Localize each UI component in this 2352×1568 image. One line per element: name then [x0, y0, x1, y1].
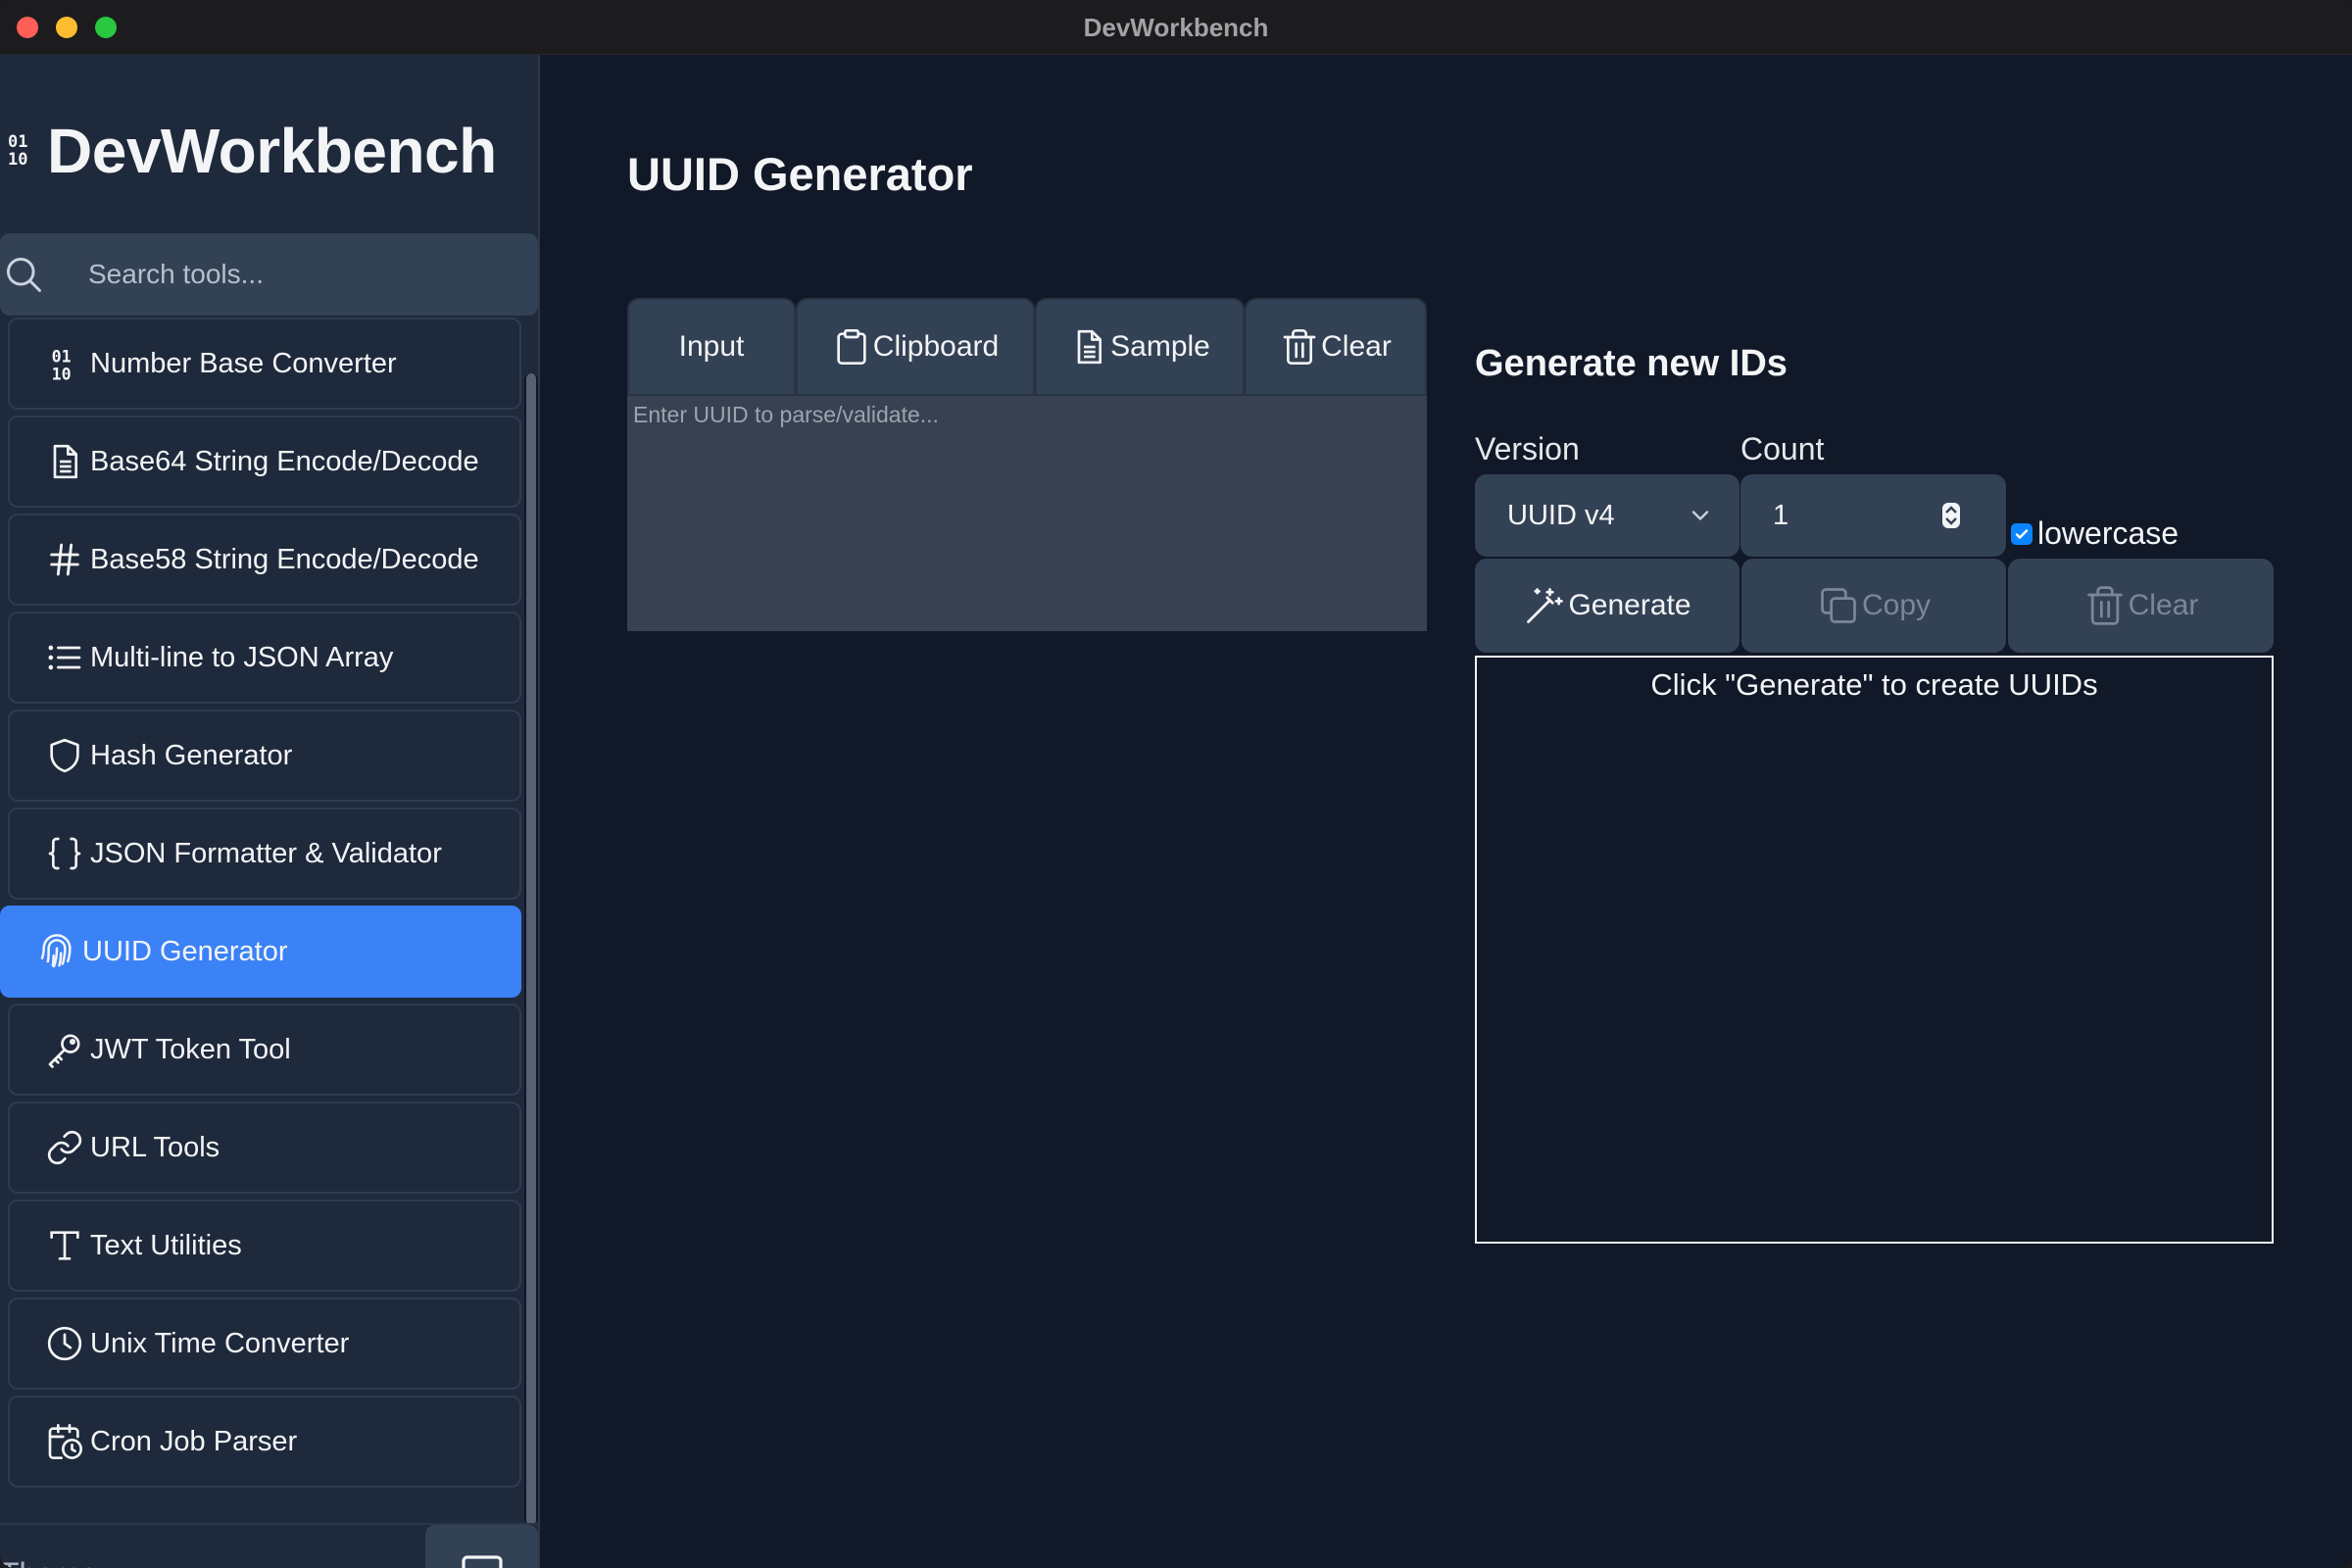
sidebar-item-json-formatter[interactable]: JSON Formatter & Validator	[8, 808, 521, 900]
output-hint: Click "Generate" to create UUIDs	[1650, 667, 2098, 702]
app-window: DevWorkbench 01 10 DevWorkbench 0110 Num…	[0, 0, 2352, 1568]
count-label: Count	[1740, 431, 1825, 466]
sidebar-item-base58[interactable]: Base58 String Encode/Decode	[8, 514, 521, 606]
trash-icon	[2086, 586, 2123, 625]
sidebar-scrollbar[interactable]	[524, 373, 538, 1525]
key-icon	[43, 1028, 86, 1071]
uuid-input[interactable]	[627, 396, 1427, 631]
shield-icon	[43, 734, 86, 777]
version-value: UUID v4	[1507, 499, 1615, 531]
copy-button[interactable]: Copy	[1741, 559, 2006, 653]
sidebar-item-label: JWT Token Tool	[90, 1033, 291, 1065]
sidebar-item-url-tools[interactable]: URL Tools	[8, 1102, 521, 1194]
sidebar-item-multiline-json[interactable]: Multi-line to JSON Array	[8, 612, 521, 704]
sidebar-item-cron-job-parser[interactable]: Cron Job Parser	[8, 1396, 521, 1488]
svg-text:10: 10	[52, 366, 72, 383]
search-icon	[6, 257, 41, 292]
generate-section-title: Generate new IDs	[1475, 343, 1788, 384]
sidebar-item-hash-generator[interactable]: Hash Generator	[8, 710, 521, 802]
clock-icon	[43, 1322, 86, 1365]
version-label: Version	[1475, 431, 1580, 466]
tab-label: Clear	[1321, 330, 1392, 363]
tab-label: Clipboard	[872, 330, 1000, 363]
sidebar-item-number-base-converter[interactable]: 01 10 Number Base Converter	[8, 318, 521, 410]
sidebar-item-label: URL Tools	[90, 1131, 220, 1163]
clear-label: Clear	[2128, 589, 2199, 621]
window-title: DevWorkbench	[1083, 13, 1269, 42]
type-icon	[43, 1224, 86, 1267]
count-value: 1	[1773, 499, 1789, 531]
sample-button[interactable]: Sample	[1035, 298, 1245, 396]
calendar-clock-icon	[43, 1420, 86, 1463]
sidebar-item-jwt-token-tool[interactable]: JWT Token Tool	[8, 1004, 521, 1096]
sidebar-item-label: Multi-line to JSON Array	[90, 641, 394, 673]
copy-label: Copy	[1861, 589, 1932, 621]
brand-title: DevWorkbench	[47, 116, 497, 186]
file-text-icon	[1077, 329, 1102, 365]
clear-input-button[interactable]: Clear	[1245, 298, 1427, 396]
monitor-icon	[461, 1555, 503, 1568]
sidebar-item-label: Base64 String Encode/Decode	[90, 445, 479, 477]
sidebar-item-label: JSON Formatter & Validator	[90, 837, 442, 869]
sidebar-item-unix-time-converter[interactable]: Unix Time Converter	[8, 1298, 521, 1390]
scrollbar-thumb[interactable]	[526, 373, 536, 1525]
braces-icon	[43, 832, 86, 875]
theme-toggle-button[interactable]	[425, 1525, 538, 1568]
uuid-output[interactable]: Click "Generate" to create UUIDs	[1475, 656, 2274, 1244]
search-input[interactable]	[88, 245, 538, 304]
sidebar-item-base64[interactable]: Base64 String Encode/Decode	[8, 416, 521, 508]
sidebar-item-label: Number Base Converter	[90, 347, 397, 379]
sidebar-item-label: UUID Generator	[82, 935, 288, 967]
stepper-icon[interactable]	[1941, 502, 1961, 529]
generate-button[interactable]: Generate	[1475, 559, 1740, 653]
lowercase-option[interactable]: lowercase	[2011, 515, 2179, 552]
tool-list: 01 10 Number Base Converter Base64 String…	[0, 318, 523, 1523]
trash-icon	[1283, 329, 1316, 365]
binary-icon: 01 10	[43, 342, 86, 385]
sidebar-item-label: Unix Time Converter	[90, 1327, 350, 1359]
tab-input[interactable]: Input	[627, 298, 796, 396]
file-text-icon	[43, 440, 86, 483]
sidebar-item-text-utilities[interactable]: Text Utilities	[8, 1200, 521, 1292]
clipboard-icon	[837, 329, 866, 365]
version-select[interactable]: UUID v4	[1475, 474, 1740, 557]
sidebar-item-label: Text Utilities	[90, 1229, 242, 1261]
svg-text:01: 01	[52, 347, 72, 366]
magic-wand-icon	[1527, 588, 1564, 623]
count-input[interactable]: 1	[1740, 474, 2006, 557]
clipboard-button[interactable]: Clipboard	[796, 298, 1035, 396]
chevron-down-icon	[1691, 511, 1709, 520]
brand: 01 10 DevWorkbench	[8, 112, 497, 190]
title-bar: DevWorkbench	[0, 0, 2352, 55]
theme-bar: Theme	[0, 1523, 538, 1568]
copy-icon	[1821, 588, 1856, 623]
clear-output-button[interactable]: Clear	[2008, 559, 2274, 653]
lowercase-checkbox[interactable]	[2011, 522, 2033, 545]
link-icon	[43, 1126, 86, 1169]
tab-label: Sample	[1110, 330, 1210, 363]
generate-label: Generate	[1568, 589, 1691, 621]
check-icon	[2015, 528, 2029, 539]
fingerprint-icon	[35, 930, 78, 973]
sidebar-item-label: Hash Generator	[90, 739, 293, 771]
sidebar-item-uuid-generator[interactable]: UUID Generator	[0, 906, 521, 998]
tab-label: Input	[678, 330, 745, 363]
sidebar: 01 10 DevWorkbench 0110 Number Base Conv…	[0, 55, 540, 1568]
lowercase-label: lowercase	[2037, 515, 2180, 551]
page-title: UUID Generator	[627, 148, 973, 200]
list-icon	[43, 636, 86, 679]
search-box	[0, 233, 538, 316]
hash-icon	[43, 538, 86, 581]
sidebar-item-label: Base58 String Encode/Decode	[90, 543, 479, 575]
binary-icon: 01 10	[8, 132, 28, 170]
sidebar-item-label: Cron Job Parser	[90, 1425, 298, 1457]
theme-label: Theme	[0, 1556, 98, 1568]
